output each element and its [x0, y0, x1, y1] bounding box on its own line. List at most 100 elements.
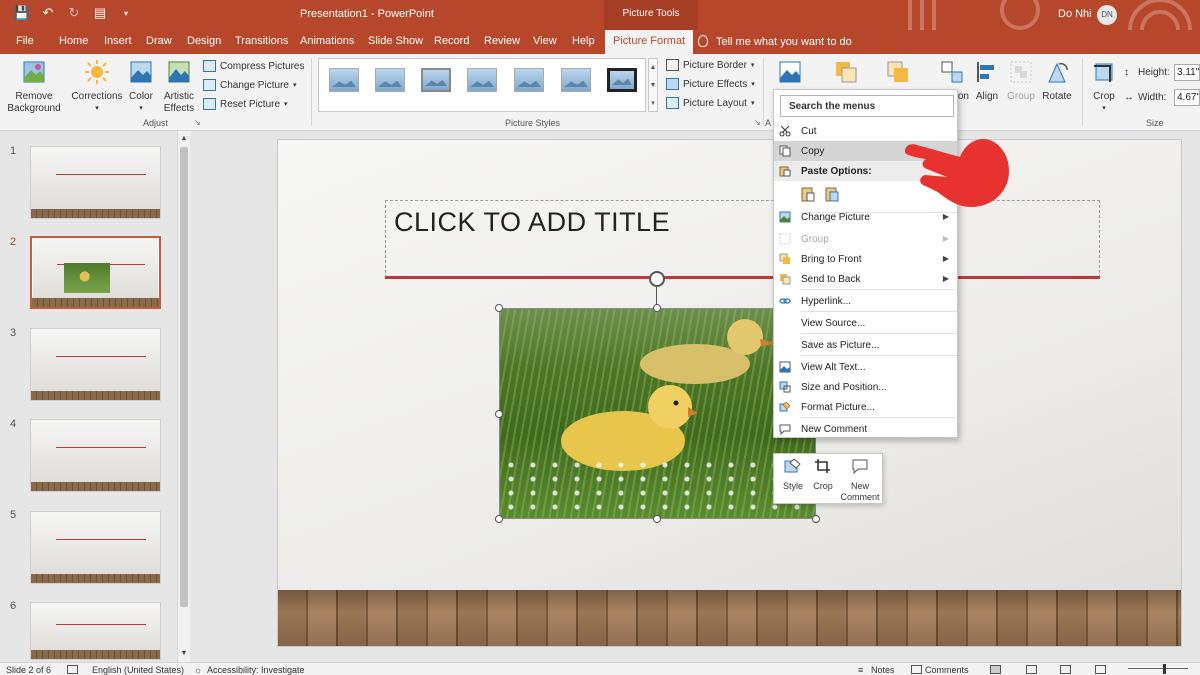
tab-transitions[interactable]: Transitions: [235, 35, 288, 47]
menu-item-bring-to-front[interactable]: Bring to Front ▶: [774, 249, 957, 269]
height-input[interactable]: 3.11": [1174, 64, 1200, 81]
language-status[interactable]: English (United States): [92, 665, 184, 675]
spelling-check-icon[interactable]: [67, 665, 78, 674]
undo-icon[interactable]: ↶: [40, 5, 56, 21]
tab-picture-format[interactable]: Picture Format: [605, 30, 694, 54]
current-slide[interactable]: CLICK TO ADD TITLE: [277, 139, 1182, 647]
group-button[interactable]: Group: [1005, 60, 1037, 103]
compress-pictures-button[interactable]: Compress Pictures: [203, 60, 304, 72]
slide-thumbnail-4[interactable]: [30, 419, 161, 492]
resize-handle[interactable]: [653, 515, 661, 523]
picture-style-7[interactable]: [607, 68, 637, 92]
picture-style-2[interactable]: [375, 68, 405, 92]
dialog-launcher-icon[interactable]: ↘: [754, 118, 761, 127]
crop-button[interactable]: Crop ▾: [1090, 60, 1118, 115]
slide-thumbnail-2[interactable]: [30, 236, 161, 309]
menu-item-format-picture[interactable]: Format Picture...: [774, 397, 957, 417]
reset-picture-icon: [203, 98, 216, 110]
tab-record[interactable]: Record: [434, 35, 469, 47]
menu-item-new-comment[interactable]: New Comment: [774, 419, 957, 439]
picture-style-3[interactable]: [421, 68, 451, 92]
normal-view-icon[interactable]: [990, 665, 1001, 674]
rotate-button[interactable]: Rotate: [1040, 60, 1074, 103]
tab-help[interactable]: Help: [572, 35, 595, 47]
customize-qat-icon[interactable]: ▾: [118, 5, 134, 21]
picture-style-4[interactable]: [467, 68, 497, 92]
menu-item-size-and-position[interactable]: Size and Position...: [774, 377, 957, 397]
picture-style-5[interactable]: [514, 68, 544, 92]
menu-item-group[interactable]: Group ▶: [774, 229, 957, 249]
tab-animations[interactable]: Animations: [300, 35, 354, 47]
user-name[interactable]: Do Nhi: [1058, 8, 1092, 20]
tab-file[interactable]: File: [16, 35, 34, 47]
resize-handle[interactable]: [495, 515, 503, 523]
tab-insert[interactable]: Insert: [104, 35, 132, 47]
redo-icon[interactable]: ↻: [66, 5, 82, 21]
menu-item-save-as-picture[interactable]: Save as Picture...: [774, 335, 957, 355]
picture-layout-button[interactable]: Picture Layout ▾: [666, 97, 754, 109]
scroll-down-icon[interactable]: ▼: [178, 648, 190, 660]
width-input[interactable]: 4.67": [1174, 89, 1200, 106]
tab-design[interactable]: Design: [187, 35, 221, 47]
resize-handle[interactable]: [653, 304, 661, 312]
mini-style-button[interactable]: Style: [782, 458, 804, 492]
tab-view[interactable]: View: [533, 35, 557, 47]
menu-item-hyperlink[interactable]: Hyperlink...: [774, 291, 957, 311]
search-menus-input[interactable]: Search the menus: [780, 95, 954, 117]
bring-forward-button[interactable]: [833, 60, 859, 91]
menu-item-send-to-back[interactable]: Send to Back ▶: [774, 269, 957, 289]
save-icon[interactable]: 💾: [14, 5, 30, 21]
rotate-handle-icon[interactable]: [649, 271, 665, 287]
color-button[interactable]: Color ▾: [126, 60, 156, 115]
mini-new-comment-button[interactable]: New Comment: [840, 458, 880, 503]
scroll-up-icon[interactable]: ▲: [178, 133, 190, 145]
mini-crop-button[interactable]: Crop: [811, 458, 835, 492]
tab-home[interactable]: Home: [59, 35, 88, 47]
duckling-picture[interactable]: [499, 308, 816, 519]
gallery-scroll[interactable]: ▲ ▼ ▾: [648, 58, 658, 112]
paste-keep-formatting-icon[interactable]: [801, 186, 815, 202]
resize-handle[interactable]: [812, 515, 820, 523]
corrections-button[interactable]: Corrections ▾: [70, 60, 124, 115]
notes-icon: ≡: [858, 665, 864, 675]
dialog-launcher-icon[interactable]: ↘: [194, 118, 201, 127]
tab-draw[interactable]: Draw: [146, 35, 172, 47]
picture-border-button[interactable]: Picture Border ▾: [666, 59, 754, 71]
tab-review[interactable]: Review: [484, 35, 520, 47]
scroll-thumb[interactable]: [180, 147, 188, 607]
picture-style-6[interactable]: [561, 68, 591, 92]
tell-me-search[interactable]: Tell me what you want to do: [698, 35, 852, 48]
send-backward-button[interactable]: [883, 60, 913, 91]
resize-handle[interactable]: [495, 304, 503, 312]
menu-item-view-alt-text[interactable]: View Alt Text...: [774, 357, 957, 377]
avatar[interactable]: DN: [1097, 5, 1117, 25]
align-button[interactable]: Align: [973, 60, 1001, 103]
picture-effects-button[interactable]: Picture Effects ▾: [666, 78, 755, 90]
comments-button[interactable]: Comments: [925, 665, 969, 675]
menu-item-change-picture[interactable]: Change Picture ▶: [774, 207, 957, 227]
slide-thumbnail-5[interactable]: [30, 511, 161, 584]
zoom-slider-thumb[interactable]: [1163, 664, 1166, 674]
alt-text-button[interactable]: [776, 60, 804, 91]
slide-thumbnail-1[interactable]: [30, 146, 161, 219]
slide-panel-scrollbar[interactable]: ▲ ▼: [177, 131, 190, 662]
change-picture-button[interactable]: Change Picture ▾: [203, 79, 296, 91]
tab-slide-show[interactable]: Slide Show: [368, 35, 423, 47]
slide-sorter-icon[interactable]: [1026, 665, 1037, 674]
remove-background-button[interactable]: Remove Background: [6, 60, 62, 115]
slideshow-view-icon[interactable]: [1095, 665, 1106, 674]
artistic-effects-button[interactable]: Artistic Effects: [160, 60, 198, 115]
slide-thumbnail-6[interactable]: [30, 602, 161, 660]
menu-item-view-source[interactable]: View Source...: [774, 313, 957, 333]
title-placeholder[interactable]: CLICK TO ADD TITLE: [385, 200, 1100, 278]
reset-picture-button[interactable]: Reset Picture ▾: [203, 98, 288, 110]
zoom-slider[interactable]: [1128, 668, 1188, 669]
accessibility-status[interactable]: Accessibility: Investigate: [207, 665, 305, 675]
picture-style-1[interactable]: [329, 68, 359, 92]
slide-thumbnail-3[interactable]: [30, 328, 161, 401]
start-slideshow-icon[interactable]: ▤: [92, 5, 108, 21]
resize-handle[interactable]: [495, 410, 503, 418]
reading-view-icon[interactable]: [1060, 665, 1071, 674]
notes-button[interactable]: Notes: [871, 665, 895, 675]
paste-as-picture-icon[interactable]: [825, 186, 839, 202]
